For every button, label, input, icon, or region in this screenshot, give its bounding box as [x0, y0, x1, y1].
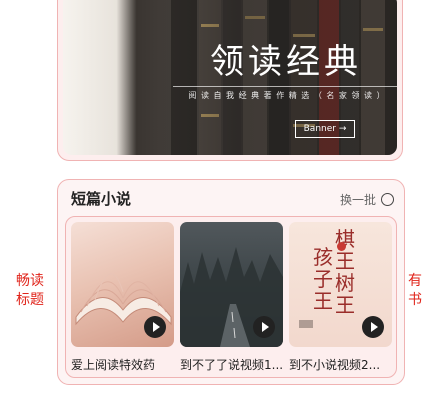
book-list: 爱上阅读特效药 到不了了说视频1... 棋王 树王 孩子王 到不小说视频2...	[65, 216, 397, 378]
book-item[interactable]: 到不了了说视频1...	[180, 222, 283, 373]
book-cover	[180, 222, 283, 347]
play-icon[interactable]	[144, 316, 166, 338]
left-annotation-line2: 标题	[16, 292, 44, 308]
book-title: 爱上阅读特效药	[71, 358, 156, 372]
cover-title-2: 孩子王	[313, 245, 333, 313]
right-annotation: 有 书	[408, 272, 422, 310]
seal-icon	[337, 242, 346, 251]
banner-tag-button[interactable]: Banner →	[295, 120, 355, 138]
section-title: 短篇小说	[71, 190, 132, 208]
refresh-icon	[381, 192, 394, 206]
banner-divider	[173, 86, 397, 87]
refresh-button[interactable]: 换一批	[340, 190, 394, 208]
banner-card[interactable]: 领读经典 阅 读 自 我 经 典 著 作 精 选 （ 名 家 领 读 ） Ban…	[57, 0, 403, 161]
right-annotation-line1: 有	[408, 273, 422, 289]
book-title: 到不了了说视频1...	[180, 358, 283, 372]
book-item[interactable]: 爱上阅读特效药	[71, 222, 174, 373]
banner-image: 领读经典 阅 读 自 我 经 典 著 作 精 选 （ 名 家 领 读 ） Ban…	[63, 0, 397, 155]
banner-title: 领读经典	[210, 42, 362, 82]
play-icon[interactable]	[362, 316, 384, 338]
left-annotation: 畅读 标题	[16, 272, 44, 310]
book-cover	[71, 222, 174, 347]
banner-subtitle: 阅 读 自 我 经 典 著 作 精 选 （ 名 家 领 读 ）	[188, 91, 386, 100]
play-icon[interactable]	[253, 316, 275, 338]
right-annotation-line2: 书	[408, 292, 422, 308]
left-annotation-line1: 畅读	[16, 273, 44, 289]
book-title: 到不小说视频2...	[289, 358, 381, 372]
book-cover: 棋王 树王 孩子王	[289, 222, 392, 347]
refresh-label: 换一批	[339, 192, 376, 207]
short-novel-section: 短篇小说 换一批 爱上阅读特效药 到不了了说视频1... 棋王 树王 孩子王 到…	[57, 179, 405, 385]
book-item[interactable]: 棋王 树王 孩子王 到不小说视频2...	[289, 222, 392, 373]
author-mark	[299, 320, 313, 328]
